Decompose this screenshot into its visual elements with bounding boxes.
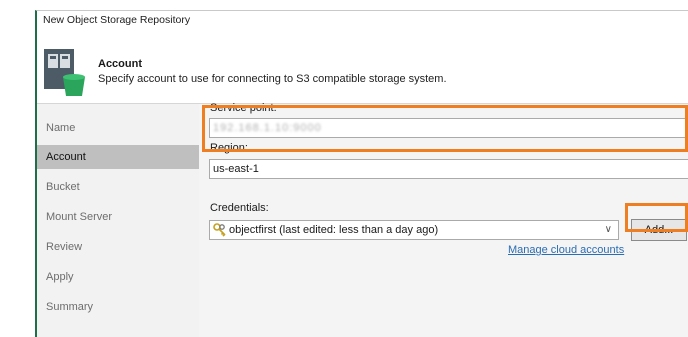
sidebar-item-name[interactable]: Name <box>37 116 199 140</box>
sidebar-item-mount-server[interactable]: Mount Server <box>37 205 199 229</box>
manage-cloud-accounts-link[interactable]: Manage cloud accounts <box>508 244 624 256</box>
wizard-steps-sidebar: Name Account Bucket Mount Server Review … <box>37 104 199 337</box>
add-button-highlight-box <box>625 203 688 232</box>
wizard-window: New Object Storage Repository Account Sp… <box>35 10 688 337</box>
storage-repository-icon <box>44 49 85 96</box>
key-icon <box>213 223 226 237</box>
sidebar-item-summary[interactable]: Summary <box>37 295 199 319</box>
sidebar-item-bucket[interactable]: Bucket <box>37 175 199 199</box>
window-title: New Object Storage Repository <box>43 14 191 26</box>
credentials-label: Credentials: <box>210 202 269 214</box>
step-title: Account <box>98 58 142 70</box>
sidebar-item-review[interactable]: Review <box>37 235 199 259</box>
wizard-header: Account Specify account to use for conne… <box>37 33 688 103</box>
step-description: Specify account to use for connecting to… <box>98 73 447 85</box>
credentials-select[interactable]: objectfirst (last edited: less than a da… <box>209 220 619 240</box>
service-point-highlight-box <box>202 105 688 152</box>
chevron-down-icon[interactable]: ∨ <box>605 221 612 239</box>
region-value: us-east-1 <box>213 163 259 175</box>
sidebar-item-apply[interactable]: Apply <box>37 265 199 289</box>
sidebar-item-account[interactable]: Account <box>37 145 199 169</box>
region-input[interactable]: us-east-1 <box>209 159 688 179</box>
credentials-selected-value: objectfirst (last edited: less than a da… <box>229 224 439 236</box>
